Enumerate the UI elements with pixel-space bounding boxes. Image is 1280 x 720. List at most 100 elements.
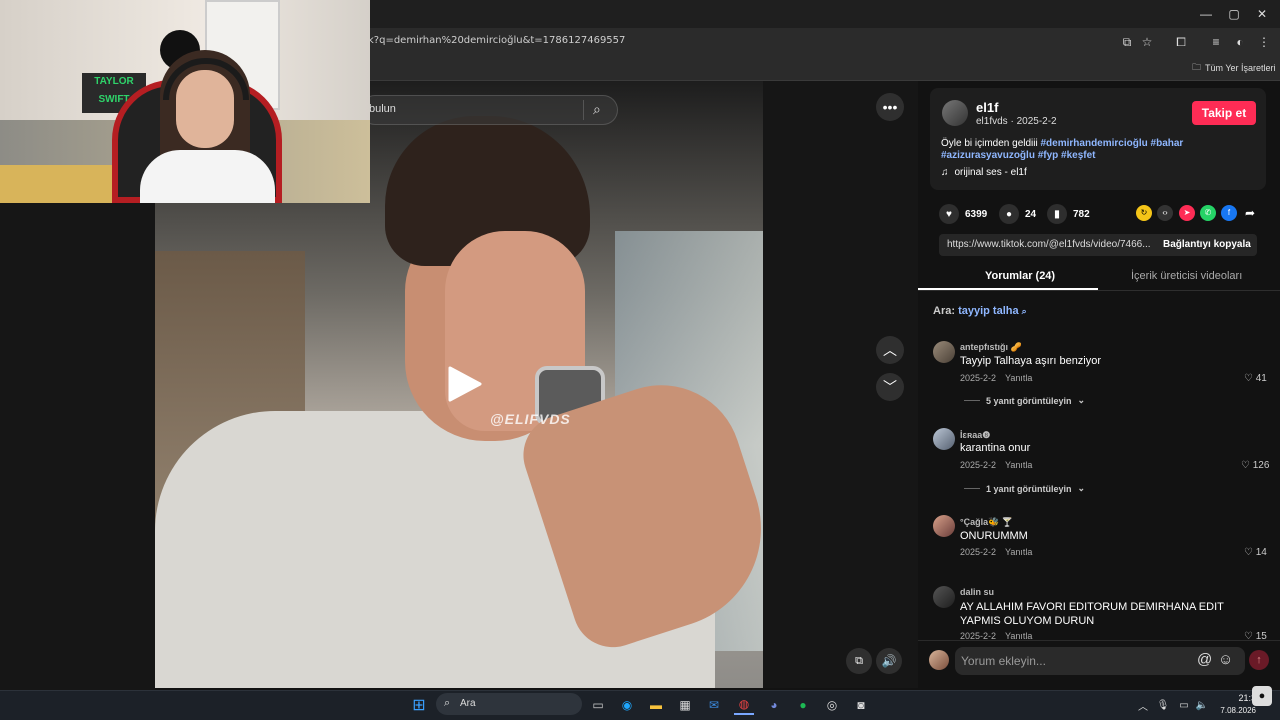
comment-date: 2025-2-2 xyxy=(960,373,997,383)
maximize-icon[interactable]: ▢ xyxy=(1226,6,1242,22)
all-bookmarks[interactable]: 🗀 Tüm Yer İşaretleri xyxy=(1192,60,1276,76)
chevron-down-icon: ⌄ xyxy=(1077,395,1086,405)
bookmark-icon[interactable]: ▮ xyxy=(1047,204,1067,224)
taskbar xyxy=(0,690,1280,720)
microphone-icon[interactable]: 🎙 xyxy=(1153,695,1173,715)
view-replies-button[interactable]: 1 yanıt görüntüleyin ⌄ xyxy=(964,483,1085,494)
comment-icon[interactable]: ● xyxy=(999,204,1019,224)
caption-hashtags-2[interactable]: #azizurasyavuzoğlu #fyp #keşfet xyxy=(941,150,1096,161)
send-icon[interactable]: ➤ xyxy=(1179,205,1195,221)
mention-icon[interactable]: @ xyxy=(1197,651,1212,668)
follow-button[interactable]: Takip et xyxy=(1192,101,1256,125)
url-text[interactable]: k?q=demirhan%20demircioğlu&t=17861274695… xyxy=(368,35,625,46)
more-options-icon[interactable]: ••• xyxy=(876,93,904,121)
search-icon[interactable]: ⌕ xyxy=(593,101,601,118)
comment-likes[interactable]: ♡ 41 xyxy=(1244,373,1267,384)
extensions-icon[interactable]: ⧠ xyxy=(1173,34,1189,50)
edge-icon[interactable]: ◉ xyxy=(617,695,637,715)
comment-text: karantina onur xyxy=(960,442,1031,454)
whatsapp-icon[interactable]: ✆ xyxy=(1200,205,1216,221)
author-name[interactable]: el1f xyxy=(976,100,998,115)
floating-player-icon[interactable]: ⧉ xyxy=(846,648,872,674)
copy-link-button[interactable]: Bağlantıyı kopyala xyxy=(1163,239,1251,250)
music-note-icon: ♫ xyxy=(941,167,949,178)
comment-username[interactable]: dalin su xyxy=(960,587,994,597)
search-suggestion-prefix: Ara: xyxy=(933,305,956,317)
caption-text: Öyle bi içimden geldiii xyxy=(941,138,1038,149)
author-handle-date: el1fvds · 2025-2-2 xyxy=(976,116,1057,127)
chevron-up-icon[interactable]: ︿ xyxy=(1133,695,1153,715)
comment-avatar[interactable] xyxy=(933,586,955,608)
comment-likes[interactable]: ♡ 126 xyxy=(1241,460,1269,471)
heart-icon[interactable]: ♥ xyxy=(939,204,959,224)
windows-start-icon[interactable]: ⊞ xyxy=(409,695,429,715)
chevron-down-icon: ⌄ xyxy=(1077,483,1086,493)
volume-icon[interactable]: 🔊 xyxy=(876,648,902,674)
previous-video-icon[interactable]: ︿ xyxy=(876,336,904,364)
profile-icon[interactable]: ◐ xyxy=(1232,34,1248,50)
video-link[interactable]: https://www.tiktok.com/@el1fvds/video/74… xyxy=(947,239,1151,250)
webcam-overlay: TAYLOR SWIFT xyxy=(0,0,370,203)
file-explorer-icon[interactable]: ▬ xyxy=(646,695,666,715)
repost-icon[interactable]: ↻ xyxy=(1136,205,1152,221)
chrome-icon[interactable]: ◍ xyxy=(734,695,754,715)
clock-date[interactable]: 7.08.2026 xyxy=(1208,706,1256,715)
media-icon[interactable]: ≡ xyxy=(1208,34,1224,50)
view-replies-label: 5 yanıt görüntüleyin xyxy=(986,395,1072,406)
comment-username[interactable]: °Çağla🐝 🍸 xyxy=(960,517,1013,528)
cast-icon[interactable]: ⧉ xyxy=(1119,34,1135,50)
clock-time[interactable]: 21:3 xyxy=(1218,693,1256,703)
play-icon[interactable] xyxy=(444,364,484,404)
post-comment-icon[interactable]: ↑ xyxy=(1249,650,1269,670)
comment-avatar[interactable] xyxy=(933,428,955,450)
bookmark-star-icon[interactable]: ☆ xyxy=(1139,34,1155,50)
search-suggestion[interactable]: Ara: tayyip talha ⌕ xyxy=(933,305,1027,317)
like-count: 6399 xyxy=(965,208,988,220)
display-icon[interactable]: ▭ xyxy=(1174,695,1194,715)
comment-avatar[interactable] xyxy=(933,341,955,363)
store-icon[interactable]: ▦ xyxy=(675,695,695,715)
menu-icon[interactable]: ⋮ xyxy=(1256,34,1272,50)
share-arrow-icon[interactable]: ➦ xyxy=(1242,205,1258,221)
close-icon[interactable]: ✕ xyxy=(1254,6,1270,22)
author-avatar[interactable] xyxy=(942,100,968,126)
emoji-icon[interactable]: ☺ xyxy=(1218,651,1233,668)
task-view-icon[interactable]: ▭ xyxy=(588,695,608,715)
caption-hashtags-1[interactable]: #demirhandemircioğlu #bahar xyxy=(1041,138,1184,149)
next-video-icon[interactable]: ﹀ xyxy=(876,373,904,401)
obs-icon[interactable]: ◙ xyxy=(851,695,871,715)
comment-text: AY ALLAHIM FAVORI EDITORUM DEMIRHANA EDI… xyxy=(960,601,1224,627)
comment-reply-button[interactable]: Yanıtla xyxy=(1005,547,1032,557)
sound-link[interactable]: ♫ orijinal ses - el1f xyxy=(941,167,1027,178)
tab-creator-videos[interactable]: İçerik üreticisi videoları xyxy=(1131,270,1242,282)
webcam-person-shirt xyxy=(140,150,275,203)
mail-icon[interactable]: ✉ xyxy=(704,695,724,715)
like-stat[interactable]: ♥ 6399 xyxy=(939,204,987,224)
notification-icon[interactable]: ● xyxy=(1252,686,1272,706)
embed-icon[interactable]: ‹› xyxy=(1157,205,1173,221)
discord-icon[interactable]: ◕ xyxy=(764,695,784,715)
search-bar[interactable]: bulun ⌕ xyxy=(360,95,618,125)
tab-comments[interactable]: Yorumlar (24) xyxy=(985,270,1055,282)
save-count: 782 xyxy=(1073,208,1090,220)
comment-likes[interactable]: ♡ 14 xyxy=(1244,547,1267,558)
comment-input[interactable]: Yorum ekleyin... @ ☺ xyxy=(955,647,1245,675)
minimize-icon[interactable]: — xyxy=(1198,6,1214,22)
comment-username[interactable]: İɛʀaa❽ xyxy=(960,430,990,441)
comment-username[interactable]: antepfıstığı 🥜 xyxy=(960,342,1022,353)
taskbar-search[interactable]: ⌕ Ara xyxy=(436,693,582,715)
facebook-icon[interactable]: f xyxy=(1221,205,1237,221)
comment-avatar[interactable] xyxy=(933,515,955,537)
all-bookmarks-label: Tüm Yer İşaretleri xyxy=(1205,63,1276,73)
comment-text: ONURUMMM xyxy=(960,530,1028,542)
search-placeholder: bulun xyxy=(369,103,396,115)
steam-icon[interactable]: ◎ xyxy=(822,695,842,715)
comment-reply-button[interactable]: Yanıtla xyxy=(1005,460,1032,470)
comment-date: 2025-2-2 xyxy=(960,547,997,557)
my-avatar xyxy=(929,650,949,670)
spotify-icon[interactable]: ● xyxy=(793,695,813,715)
comment-stat[interactable]: ● 24 xyxy=(999,204,1036,224)
save-stat[interactable]: ▮ 782 xyxy=(1047,204,1090,224)
view-replies-button[interactable]: 5 yanıt görüntüleyin ⌄ xyxy=(964,395,1085,406)
comment-reply-button[interactable]: Yanıtla xyxy=(1005,373,1032,383)
